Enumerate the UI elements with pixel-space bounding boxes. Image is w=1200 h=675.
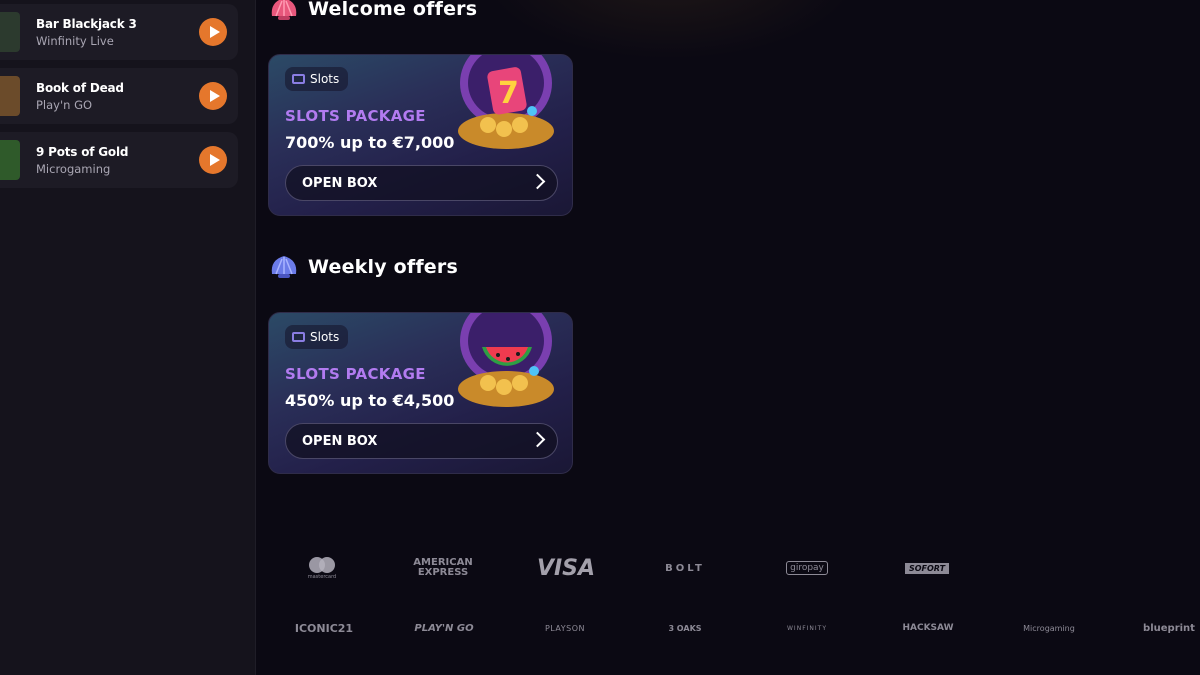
tag-label: Slots [310, 330, 340, 344]
slots-tag: Slots [285, 67, 349, 91]
watermelon-shell-icon [458, 313, 554, 407]
game-thumbnail[interactable] [0, 140, 20, 180]
mastercard-logo: mastercard [296, 553, 348, 583]
giropay-logo: giropay [786, 553, 828, 583]
amex-logo: AMERICAN EXPRESS [413, 557, 473, 578]
pink-shell-icon [271, 0, 297, 20]
slots-icon [292, 74, 305, 84]
game-title: Bar Blackjack 3 [36, 17, 137, 31]
winfinity-logo: WINFINITY [787, 624, 827, 632]
welcome-offer-card[interactable]: Slots 7 SLOTS PACKAGE 700% up to €7,000 … [268, 54, 573, 216]
chevron-right-icon [529, 173, 546, 190]
play-icon[interactable] [199, 146, 227, 174]
sidebar: Bar Blackjack 3 Winfinity Live Book of D… [0, 0, 256, 675]
game-title: Book of Dead [36, 81, 124, 95]
game-thumbnail[interactable] [0, 12, 20, 52]
blueprint-logo: blueprint [1143, 622, 1195, 634]
recent-game-item[interactable]: 9 Pots of Gold Microgaming [0, 132, 238, 188]
open-box-label: OPEN BOX [302, 434, 378, 449]
play-icon[interactable] [199, 82, 227, 110]
treasure-shell-icon: 7 [458, 55, 554, 149]
package-title: SLOTS PACKAGE [285, 365, 426, 383]
slots-tag: Slots [285, 325, 349, 349]
tag-label: Slots [310, 72, 340, 86]
weekly-offer-card[interactable]: Slots SLOTS PACKAGE 450% up to €4,500 OP… [268, 312, 573, 474]
section-title: Weekly offers [308, 256, 458, 278]
blue-shell-icon [271, 256, 297, 278]
package-title: SLOTS PACKAGE [285, 107, 426, 125]
background-glow [480, 0, 860, 60]
iconic21-logo: ICONIC21 [294, 621, 354, 635]
offer-amount: 700% up to €7,000 [285, 133, 455, 152]
welcome-offers-heading: Welcome offers [268, 0, 477, 24]
provider-logos: ICONIC21 PLAY'N GO PLAYSON 3 OAKS WINFIN… [256, 613, 1200, 643]
weekly-offers-heading: Weekly offers [268, 252, 458, 282]
recent-game-item[interactable]: Book of Dead Play'n GO [0, 68, 238, 124]
hacksaw-logo: HACKSAW [902, 623, 954, 633]
play-icon[interactable] [199, 18, 227, 46]
section-title: Welcome offers [308, 0, 478, 20]
game-title: 9 Pots of Gold [36, 145, 129, 159]
playson-logo: PLAYSON [544, 623, 586, 633]
microgaming-logo: Microgaming [1023, 623, 1075, 633]
svg-text:7: 7 [498, 76, 519, 111]
offer-amount: 450% up to €4,500 [285, 391, 455, 410]
game-provider: Microgaming [36, 162, 111, 176]
game-provider: Winfinity Live [36, 34, 114, 48]
recent-game-item[interactable]: Bar Blackjack 3 Winfinity Live [0, 4, 238, 60]
payment-logos: mastercard AMERICAN EXPRESS VISA BOLT gi… [256, 553, 1200, 583]
playngo-logo: PLAY'N GO [414, 622, 474, 634]
sofort-logo: SOFORT [904, 553, 950, 583]
slots-icon [292, 332, 305, 342]
game-thumbnail[interactable] [0, 76, 20, 116]
bolt-logo: BOLT [665, 562, 705, 574]
mastercard-icon [309, 557, 335, 573]
open-box-button[interactable]: OPEN BOX [285, 423, 558, 459]
game-provider: Play'n GO [36, 98, 93, 112]
chevron-right-icon [529, 431, 546, 448]
open-box-label: OPEN BOX [302, 176, 378, 191]
3oaks-logo: 3 OAKS [668, 623, 702, 633]
visa-logo: VISA [536, 555, 596, 581]
open-box-button[interactable]: OPEN BOX [285, 165, 558, 201]
